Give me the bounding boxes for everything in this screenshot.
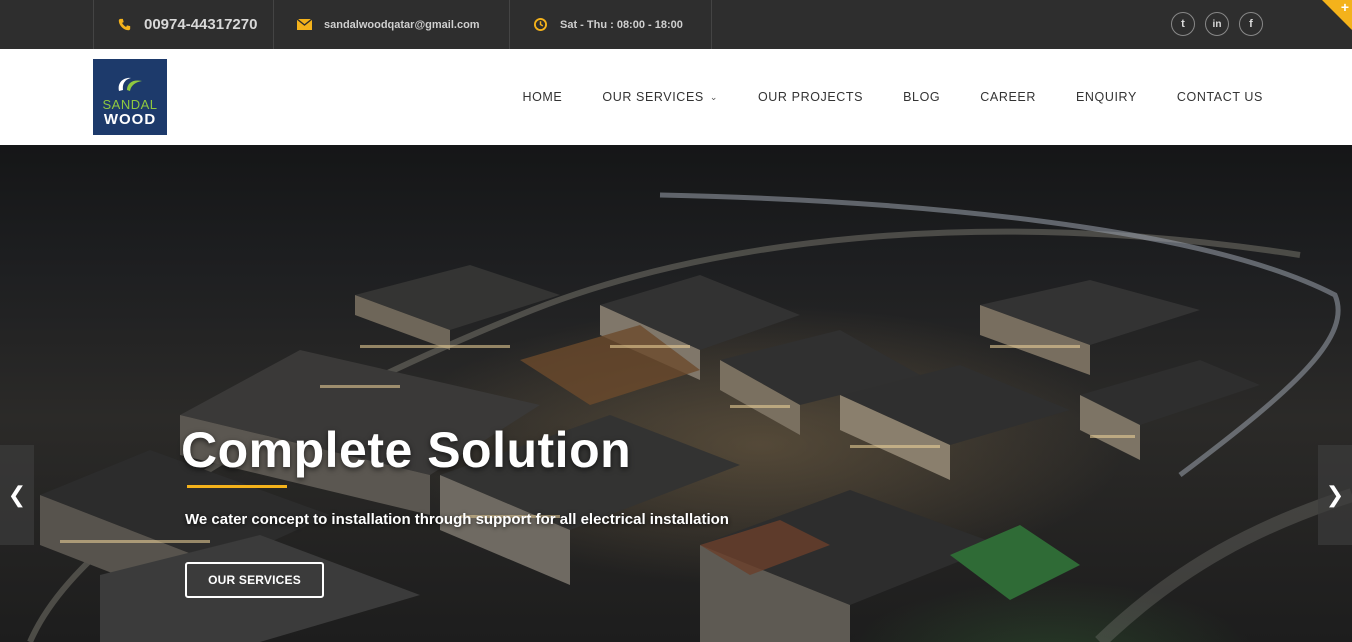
nav-our-projects-label: OUR PROJECTS (757, 90, 864, 104)
hours-info: Sat - Thu : 08:00 - 18:00 (509, 0, 712, 49)
hero-title-underline (187, 485, 287, 488)
main-nav: HOME OUR SERVICES ⌄ OUR PROJECTS BLOG CAR… (522, 49, 1263, 145)
nav-blog-label: BLOG (903, 90, 941, 104)
site-logo[interactable]: SANDAL WOOD (93, 59, 167, 135)
linkedin-icon[interactable]: in (1205, 12, 1229, 36)
envelope-icon (296, 17, 312, 33)
logo-text-sandal: SANDAL (102, 97, 158, 112)
nav-contact-us-label: CONTACT US (1176, 90, 1263, 104)
nav-our-projects[interactable]: OUR PROJECTS (758, 90, 863, 104)
nav-enquiry[interactable]: ENQUIRY (1076, 90, 1137, 104)
top-bar: 00974-44317270 sandalwoodqatar@gmail.com… (0, 0, 1352, 49)
hero-title: Complete Solution (181, 422, 632, 478)
chevron-left-icon: ❮ (7, 482, 27, 507)
slider-prev-button[interactable]: ❮ (0, 445, 34, 545)
logo-swoosh-icon (118, 77, 142, 91)
nav-blog[interactable]: BLOG (903, 90, 940, 104)
nav-enquiry-label: ENQUIRY (1075, 90, 1137, 104)
nav-career-label: CAREER (980, 90, 1036, 104)
hero-slider: ❮ ❯ Complete Solution We cater concept t… (0, 145, 1352, 642)
nav-our-services-label: OUR SERVICES (602, 90, 704, 104)
slider-next-button[interactable]: ❯ (1318, 445, 1352, 545)
twitter-icon[interactable]: t (1171, 12, 1195, 36)
nav-our-services[interactable]: OUR SERVICES ⌄ (602, 90, 718, 104)
logo-text-wood: WOOD (103, 111, 157, 128)
chevron-right-icon: ❯ (1325, 482, 1345, 507)
phone-icon (116, 17, 132, 33)
phone-info[interactable]: 00974-44317270 (93, 0, 273, 49)
nav-home[interactable]: HOME (522, 90, 562, 104)
plus-icon[interactable]: + (1341, 0, 1349, 15)
site-header: SANDAL WOOD HOME OUR SERVICES ⌄ OUR PROJE… (0, 49, 1352, 145)
phone-number: 00974-44317270 (144, 16, 258, 33)
facebook-icon[interactable]: f (1239, 12, 1263, 36)
chevron-down-icon: ⌄ (709, 91, 718, 102)
nav-home-label: HOME (522, 90, 563, 104)
opening-hours: Sat - Thu : 08:00 - 18:00 (560, 18, 683, 31)
our-services-button[interactable]: OUR SERVICES (185, 562, 324, 598)
nav-contact-us[interactable]: CONTACT US (1177, 90, 1263, 104)
nav-career[interactable]: CAREER (980, 90, 1036, 104)
email-address: sandalwoodqatar@gmail.com (324, 18, 480, 31)
hero-subtitle: We cater concept to installation through… (185, 511, 729, 528)
clock-icon (532, 17, 548, 33)
email-info[interactable]: sandalwoodqatar@gmail.com (273, 0, 509, 49)
